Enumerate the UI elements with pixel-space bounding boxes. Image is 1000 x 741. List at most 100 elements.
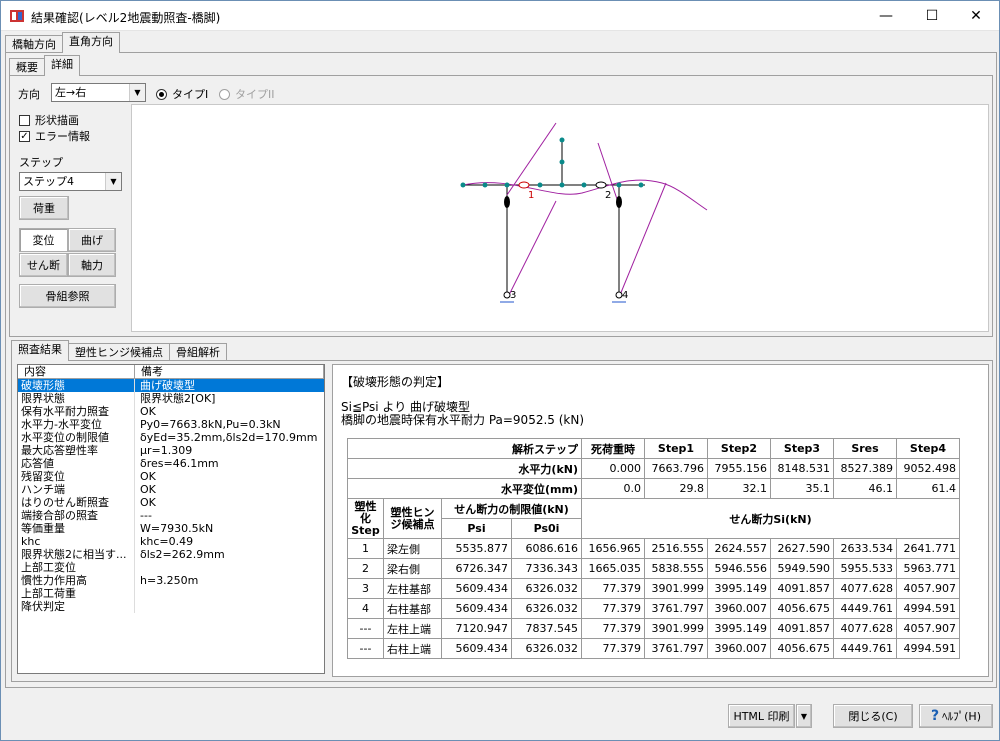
table-cell: 梁右側 [383,558,442,579]
table-cell: 5609.434 [441,578,512,599]
close-icon: ✕ [970,8,982,24]
direction-value: 左→右 [55,86,87,99]
minimize-icon: — [879,8,893,24]
table-cell: 3901.999 [644,618,708,639]
list-item-remark: W=7930.5kN [140,522,214,535]
table-cell: 3761.797 [644,638,708,659]
radio-type2[interactable]: タイプII [219,86,275,102]
close-window-button[interactable]: ✕ [953,1,999,31]
list-item-content: ハンチ端 [18,483,135,496]
list-item[interactable]: 上部工荷重 [18,587,324,600]
table-cell: 右柱基部 [383,598,442,619]
table-cell: 3995.149 [707,578,771,599]
title-bar: 結果確認(レベル2地震動照査-橋脚) — ☐ ✕ [1,1,999,31]
list-item[interactable]: 水平力-水平変位 Py0=7663.8kN,Pu=0.3kN [18,418,324,431]
help-button[interactable]: ? ﾍﾙﾌﾟ(H) [919,704,993,728]
list-item[interactable]: 応答値 δres=46.1mm [18,457,324,470]
bending-button[interactable]: 曲げ [68,228,116,252]
list-item[interactable]: 等価重量 W=7930.5kN [18,522,324,535]
shape-draw-label: 形状描画 [35,114,79,127]
list-item-content: khc [18,535,135,548]
list-item-remark: OK [140,496,156,509]
list-item[interactable]: 端接合部の照査 --- [18,509,324,522]
tab-plastic-hinge[interactable]: 塑性ヒンジ候補点 [68,343,170,361]
table-cell: 3960.007 [707,638,771,659]
table-cell: 6326.032 [511,598,582,619]
frame-reference-button[interactable]: 骨組参照 [19,284,116,308]
list-item-content: 上部工荷重 [18,587,135,600]
list-item[interactable]: 水平変位の制限値 δyEd=35.2mm,δls2d=170.9mm [18,431,324,444]
maximize-button[interactable]: ☐ [909,1,955,31]
step-select[interactable]: ステップ4 ▼ [19,172,122,191]
table-cell: 4091.857 [770,578,834,599]
table-cell: 1656.965 [581,538,645,559]
direction-select[interactable]: 左→右 ▼ [51,83,146,102]
error-info-checkbox[interactable]: ✓ エラー情報 [19,128,90,144]
table-row: --- 右柱上端 5609.434 6326.032 77.379 3761.797 396… [347,638,960,659]
list-item[interactable]: khc khc=0.49 [18,535,324,548]
result-table: 解析ステップ 死荷重時 Step1 Step2 Step3 Sres Step4 水平力(kN… [347,438,960,659]
list-item-remark: 限界状態2[OK] [140,392,216,405]
list-item[interactable]: ハンチ端 OK [18,483,324,496]
table-cell: 4056.675 [770,598,834,619]
list-item[interactable]: 限界状態 限界状態2[OK] [18,392,324,405]
table-cell: 4057.907 [896,618,960,639]
table-cell: 2641.771 [896,538,960,559]
radio-type2-label: タイプII [235,88,275,101]
step-col: Sres [833,438,897,459]
radio-type1[interactable]: タイプI [156,86,208,102]
result-tabs: 照査結果 塑性ヒンジ候補点 骨組解析 [11,340,227,361]
list-item[interactable]: 降伏判定 [18,600,324,613]
html-print-button[interactable]: HTML 印刷 [728,704,795,728]
list-item[interactable]: 残留変位 OK [18,470,324,483]
list-item-remark [135,600,324,613]
disp-cell: 35.1 [770,478,834,499]
table-cell: 77.379 [581,618,645,639]
list-item[interactable]: 保有水平耐力照査 OK [18,405,324,418]
table-cell: 4077.628 [833,578,897,599]
tab-check-result[interactable]: 照査結果 [11,340,69,361]
list-item-remark: OK [140,405,156,418]
shape-draw-checkbox[interactable]: 形状描画 [19,112,79,128]
load-button[interactable]: 荷重 [19,196,69,220]
list-item-remark: --- [140,509,152,522]
force-cell: 8527.389 [833,458,897,479]
shear-header: せん断力Si(kN) [581,498,960,539]
axial-button[interactable]: 軸力 [68,253,116,277]
table-cell: 4449.761 [833,638,897,659]
table-cell: 梁左側 [383,538,442,559]
table-cell: 77.379 [581,578,645,599]
disp-header: 水平変位(mm) [347,478,582,499]
force-cell: 8148.531 [770,458,834,479]
list-item[interactable]: 限界状態2に相当す... δls2=262.9mm [18,548,324,561]
print-dropdown-button[interactable]: ▼ [796,704,812,728]
list-item[interactable]: 最大応答塑性率 μr=1.309 [18,444,324,457]
table-cell: 2 [347,558,384,579]
table-cell: 2516.555 [644,538,708,559]
close-button[interactable]: 閉じる(C) [833,704,913,728]
node-label-1: 1 [528,190,534,201]
tab-detail[interactable]: 詳細 [44,55,80,76]
list-item-content: 保有水平耐力照査 [18,405,135,418]
force-cell: 7663.796 [644,458,708,479]
list-item[interactable]: はりのせん断照査 OK [18,496,324,509]
list-item[interactable]: 慣性力作用高 h=3.250m [18,574,324,587]
result-list[interactable]: 内容 備考 破壊形態 曲げ破壊型 限界状態 限界状態2[OK] 保有水平耐力照査 OK 水平… [17,364,325,674]
list-item[interactable]: 破壊形態 曲げ破壊型 [18,379,324,392]
list-item-remark: δyEd=35.2mm,δls2d=170.9mm [140,431,318,444]
tab-bridge-axis[interactable]: 橋軸方向 [5,35,63,53]
list-item[interactable]: 上部工変位 [18,561,324,574]
minimize-button[interactable]: — [863,1,909,31]
displacement-button[interactable]: 変位 [19,228,68,252]
tab-overview[interactable]: 概要 [9,58,45,76]
direction-tabs: 橋軸方向 直角方向 [5,32,120,53]
list-item-remark: δres=46.1mm [140,457,219,470]
frame-diagram: 1 2 3 4 [460,122,708,303]
shear-button[interactable]: せん断 [19,253,68,277]
tab-frame-analysis[interactable]: 骨組解析 [169,343,227,361]
table-cell: 6726.347 [441,558,512,579]
table-cell: 3 [347,578,384,599]
table-cell: 1665.035 [581,558,645,579]
tab-perpendicular[interactable]: 直角方向 [62,32,120,53]
table-cell: 左柱基部 [383,578,442,599]
